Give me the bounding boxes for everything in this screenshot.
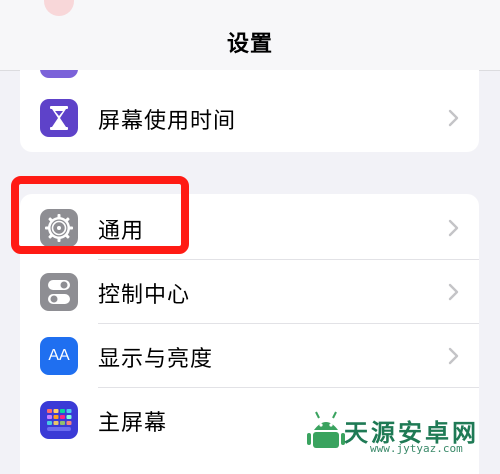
chevron-right-icon xyxy=(448,283,459,301)
annotation-highlight-box xyxy=(11,176,189,254)
partial-row-icon xyxy=(40,70,78,78)
settings-row-control-center[interactable]: 控制中心 xyxy=(20,260,479,324)
settings-row-label: 主屏幕 xyxy=(98,411,168,436)
text-size-icon: AA xyxy=(40,337,78,375)
chevron-right-icon xyxy=(448,347,459,365)
toggle-icon xyxy=(40,273,78,311)
settings-row-label: 屏幕使用时间 xyxy=(98,109,237,134)
watermark-url: www.jytyaz.com xyxy=(370,442,463,455)
watermark-android-logo-icon xyxy=(307,411,345,448)
settings-row-screen-time[interactable]: 屏幕使用时间 xyxy=(20,86,479,150)
page-title: 设置 xyxy=(226,32,273,57)
partial-icon-peek xyxy=(44,0,74,16)
settings-row-label: 显示与亮度 xyxy=(98,347,214,372)
settings-row-label: 控制中心 xyxy=(98,283,191,308)
text-size-icon-glyph: AA xyxy=(48,347,70,364)
settings-group-top: 屏幕使用时间 xyxy=(20,70,479,152)
navigation-bar: 设置 xyxy=(0,0,500,71)
hourglass-icon xyxy=(40,99,78,137)
chevron-right-icon xyxy=(448,219,459,237)
chevron-right-icon xyxy=(448,109,459,127)
app-grid-icon xyxy=(40,401,78,439)
settings-row-display[interactable]: AA 显示与亮度 xyxy=(20,324,479,388)
